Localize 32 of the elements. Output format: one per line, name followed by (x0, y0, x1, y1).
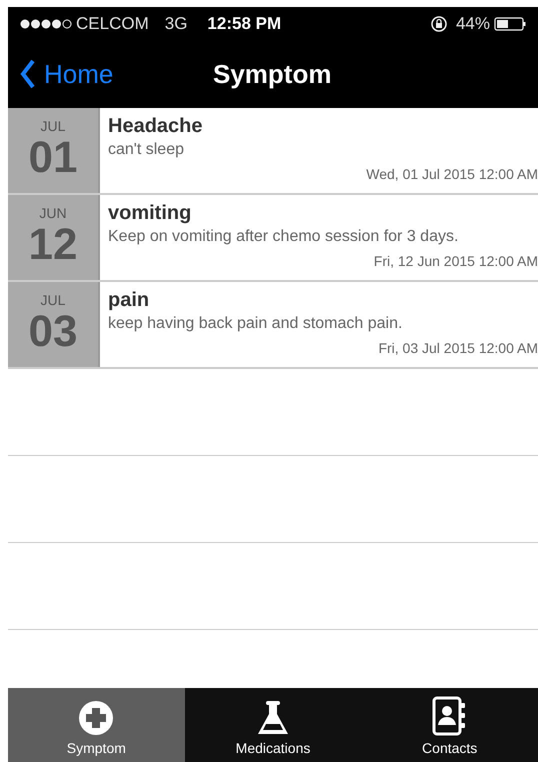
date-day: 03 (28, 308, 78, 356)
symptom-date: Fri, 12 Jun 2015 12:00 AM (374, 252, 538, 271)
symptom-date: Fri, 03 Jul 2015 12:00 AM (378, 339, 538, 358)
rotation-lock-icon (430, 14, 448, 32)
symptom-title: Headache (108, 114, 204, 138)
clock-time: 12:58 PM (207, 12, 282, 35)
plus-circle-icon (78, 700, 114, 736)
symptom-title: pain (108, 288, 150, 312)
carrier-name: CELCOM (76, 12, 149, 35)
network-type: 3G (164, 12, 188, 35)
symptom-date: Wed, 01 Jul 2015 12:00 AM (366, 165, 538, 184)
battery-icon (494, 16, 526, 30)
back-button[interactable]: Home (8, 54, 114, 94)
symptom-note: Keep on vomiting after chemo session for 3 days. (108, 227, 460, 247)
date-day: 01 (28, 134, 78, 182)
symptom-note: keep having back pain and stomach pain. (108, 314, 404, 334)
signal-dots-icon (20, 18, 72, 28)
date-month: JUL (40, 118, 66, 134)
date-month: JUL (40, 292, 66, 308)
symptom-note: can't sleep (108, 140, 185, 160)
flask-icon (255, 700, 291, 736)
symptom-row[interactable]: JUL 03 pain keep having back pain and stomach pain. Fri, 03 Jul 2015 12:00 AM (8, 282, 538, 369)
chevron-left-icon (20, 59, 36, 89)
symptom-row[interactable]: JUL 01 Headache can't sleep Wed, 01 Jul 2015 12:00 AM (8, 108, 538, 195)
date-day: 12 (28, 221, 78, 269)
battery-percent: 44% (456, 12, 490, 35)
symptom-row[interactable]: JUN 12 vomiting Keep on vomiting after chemo session for 3 days. Fri, 12 Jun 2015 12:00 AM (8, 195, 538, 282)
tab[interactable]: Symptom (8, 688, 185, 762)
contacts-book-icon (432, 696, 468, 736)
date-month: JUN (39, 205, 67, 221)
screen-title: Symptom (213, 58, 332, 90)
symptom-title: vomiting (108, 201, 192, 225)
